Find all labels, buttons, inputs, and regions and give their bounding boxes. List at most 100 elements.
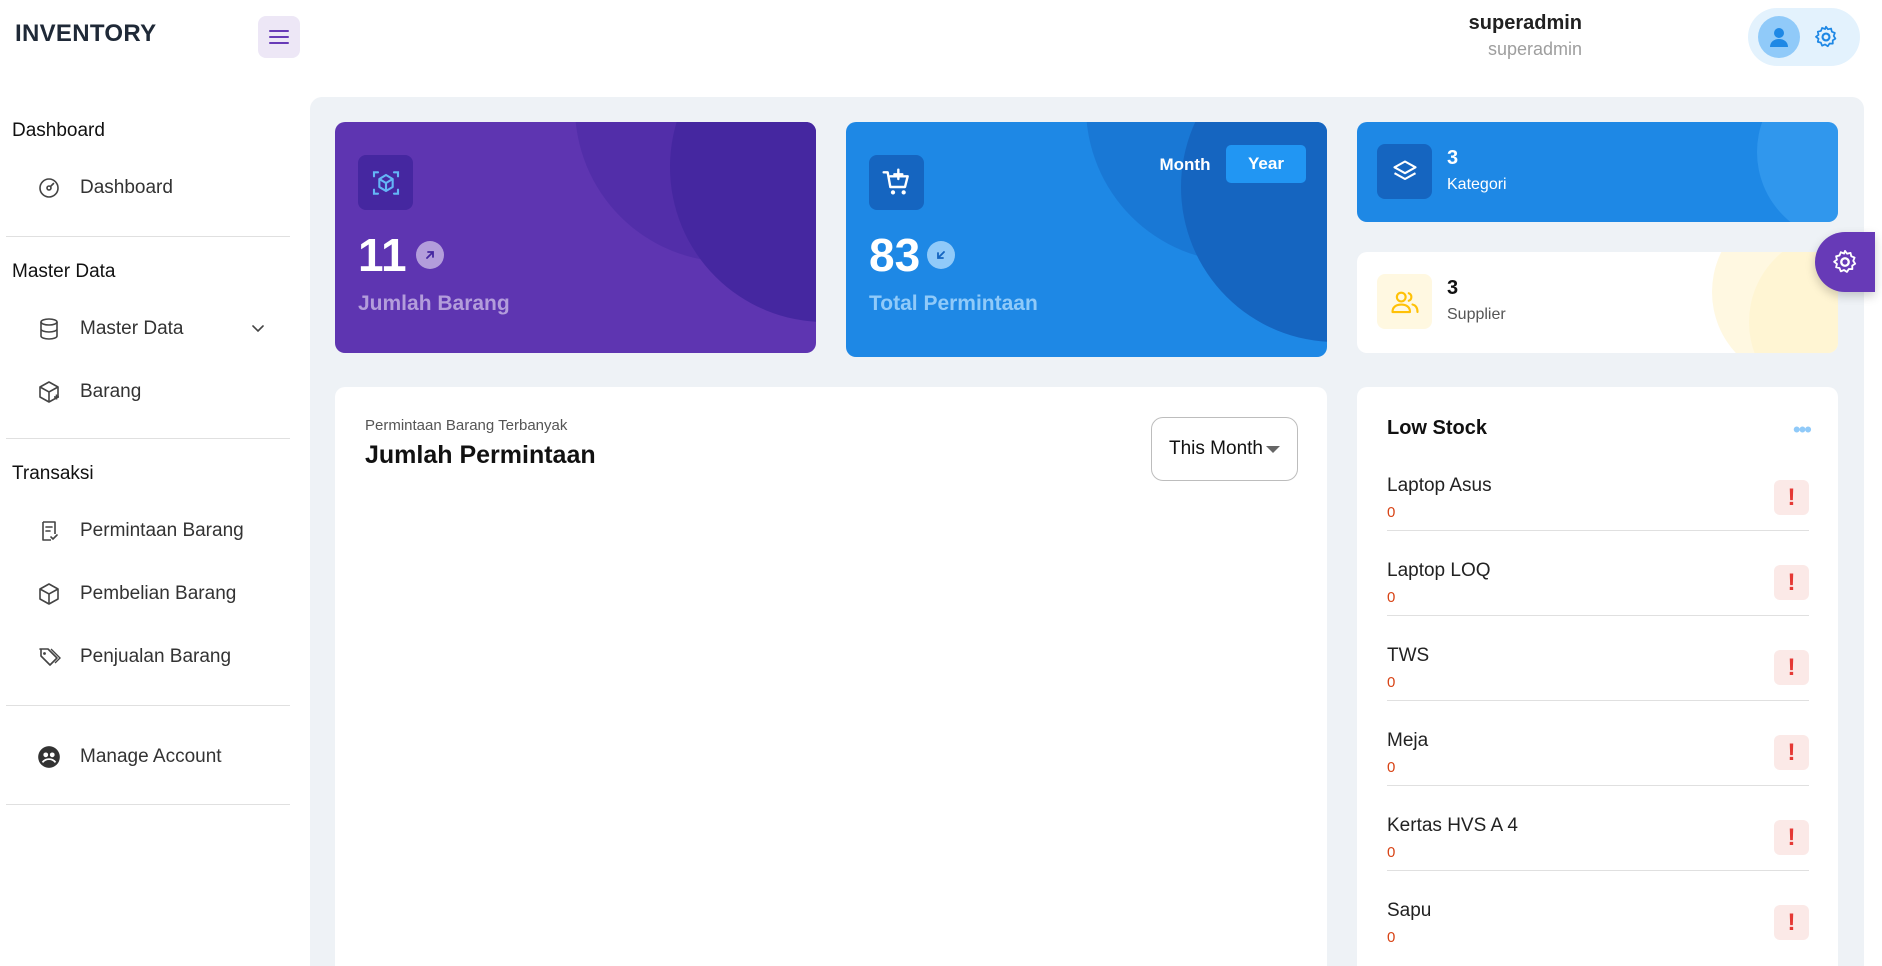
jumlah-barang-label: Jumlah Barang xyxy=(358,292,510,315)
section-title-transaksi: Transaksi xyxy=(12,463,94,484)
user-info: superadmin superadmin xyxy=(1469,12,1582,60)
decor-circle xyxy=(1757,122,1838,222)
sidebar-item-pembelian-barang[interactable]: Pembelian Barang xyxy=(36,572,276,616)
sidebar-item-permintaan-barang[interactable]: Permintaan Barang xyxy=(36,509,276,553)
divider xyxy=(1387,785,1809,786)
sidebar-item-label: Pembelian Barang xyxy=(80,583,237,604)
item-name: Sapu xyxy=(1387,900,1432,921)
chart-title: Jumlah Permintaan xyxy=(365,441,596,469)
sidebar-item-label: Barang xyxy=(80,381,142,402)
item-qty: 0 xyxy=(1387,929,1396,946)
card-jumlah-permintaan: Permintaan Barang Terbanyak Jumlah Permi… xyxy=(335,387,1327,966)
supplier-value: 3 xyxy=(1447,277,1459,299)
chevron-down-icon xyxy=(250,320,266,341)
brand-title: INVENTORY xyxy=(15,20,157,47)
section-title-dashboard: Dashboard xyxy=(12,120,105,141)
divider xyxy=(1387,700,1809,701)
top-header: INVENTORY superadmin superadmin xyxy=(0,0,1882,74)
list-item: TWS 0 ! xyxy=(1387,645,1809,730)
arrow-up-right-icon xyxy=(416,241,444,269)
divider xyxy=(1387,615,1809,616)
list-item: Meja 0 ! xyxy=(1387,730,1809,815)
avatar[interactable] xyxy=(1758,16,1800,58)
user-name: superadmin xyxy=(1468,12,1582,34)
menu-toggle-button[interactable] xyxy=(258,16,300,58)
sidebar-item-penjualan-barang[interactable]: Penjualan Barang xyxy=(36,635,276,679)
divider xyxy=(6,236,290,237)
item-qty: 0 xyxy=(1387,674,1396,691)
card-total-permintaan: Month Year 83 Total Permintaan xyxy=(846,122,1327,357)
layers-icon xyxy=(1377,144,1432,199)
cube-scan-icon xyxy=(358,155,413,210)
sidebar-item-barang[interactable]: Barang xyxy=(36,370,276,414)
gear-icon xyxy=(1833,249,1857,273)
dashboard-icon xyxy=(36,175,62,201)
toggle-month-button[interactable]: Month xyxy=(1150,146,1220,184)
card-low-stock: Low Stock ••• Laptop Asus 0 ! Laptop LOQ… xyxy=(1357,387,1838,966)
alert-icon[interactable]: ! xyxy=(1774,565,1809,600)
decor-circle xyxy=(670,122,816,322)
sidebar: Dashboard Dashboard Master Data Master D… xyxy=(0,74,300,966)
period-select-value: This Month xyxy=(1169,438,1263,459)
list-item: Kertas HVS A 4 0 ! xyxy=(1387,815,1809,900)
divider xyxy=(6,705,290,706)
cart-icon xyxy=(869,155,924,210)
user-icon xyxy=(1770,28,1788,47)
box-icon xyxy=(36,581,62,607)
sidebar-item-dashboard[interactable]: Dashboard xyxy=(36,166,276,210)
package-icon xyxy=(36,379,62,405)
alert-icon[interactable]: ! xyxy=(1774,820,1809,855)
list-item: Laptop LOQ 0 ! xyxy=(1387,560,1809,645)
list-item: Sapu 0 ! xyxy=(1387,900,1809,966)
item-qty: 0 xyxy=(1387,759,1396,776)
toggle-year-button[interactable]: Year xyxy=(1226,145,1306,183)
period-select[interactable]: This Month xyxy=(1151,417,1298,481)
list-item: Laptop Asus 0 ! xyxy=(1387,475,1809,560)
profile-pill[interactable] xyxy=(1748,8,1860,66)
database-icon xyxy=(36,316,62,342)
item-name: Laptop LOQ xyxy=(1387,560,1491,581)
sidebar-item-label: Manage Account xyxy=(80,746,222,767)
section-title-master-data: Master Data xyxy=(12,261,116,282)
kategori-label: Kategori xyxy=(1447,176,1507,193)
tags-icon xyxy=(36,644,62,670)
low-stock-title: Low Stock xyxy=(1387,417,1488,439)
chart-subtitle: Permintaan Barang Terbanyak xyxy=(365,417,568,434)
card-jumlah-barang: 11 Jumlah Barang xyxy=(335,122,816,353)
main-content: 11 Jumlah Barang Month Year 83 Total Per… xyxy=(310,97,1864,966)
item-name: Kertas HVS A 4 xyxy=(1387,815,1518,836)
divider xyxy=(1387,870,1809,871)
file-check-icon xyxy=(36,518,62,544)
user-role: superadmin xyxy=(1487,39,1582,59)
item-qty: 0 xyxy=(1387,844,1396,861)
sidebar-item-label: Master Data xyxy=(80,318,184,339)
divider xyxy=(6,804,290,805)
card-supplier: 3 Supplier xyxy=(1357,252,1838,353)
sidebar-item-label: Penjualan Barang xyxy=(80,646,232,667)
alert-icon[interactable]: ! xyxy=(1774,480,1809,515)
total-permintaan-value: 83 xyxy=(869,229,921,281)
item-qty: 0 xyxy=(1387,589,1396,606)
card-kategori: 3 Kategori xyxy=(1357,122,1838,222)
arrow-down-left-icon xyxy=(927,241,955,269)
caret-down-icon xyxy=(1266,446,1280,453)
alert-icon[interactable]: ! xyxy=(1774,650,1809,685)
settings-button[interactable] xyxy=(1812,23,1840,51)
divider xyxy=(1387,530,1809,531)
sidebar-item-label: Dashboard xyxy=(80,177,173,198)
item-name: Meja xyxy=(1387,730,1429,751)
item-qty: 0 xyxy=(1387,504,1396,521)
kategori-value: 3 xyxy=(1447,147,1459,169)
item-name: Laptop Asus xyxy=(1387,475,1492,496)
sidebar-item-manage-account[interactable]: Manage Account xyxy=(36,735,276,779)
floating-settings-button[interactable] xyxy=(1815,232,1875,292)
sidebar-item-master-data[interactable]: Master Data xyxy=(36,307,276,351)
alert-icon[interactable]: ! xyxy=(1774,905,1809,940)
more-options-icon[interactable]: ••• xyxy=(1793,417,1812,443)
gear-icon xyxy=(1815,25,1837,48)
user-circle-icon xyxy=(36,744,62,770)
sidebar-item-label: Permintaan Barang xyxy=(80,520,244,541)
total-permintaan-label: Total Permintaan xyxy=(869,292,1038,315)
alert-icon[interactable]: ! xyxy=(1774,735,1809,770)
divider xyxy=(6,438,290,439)
